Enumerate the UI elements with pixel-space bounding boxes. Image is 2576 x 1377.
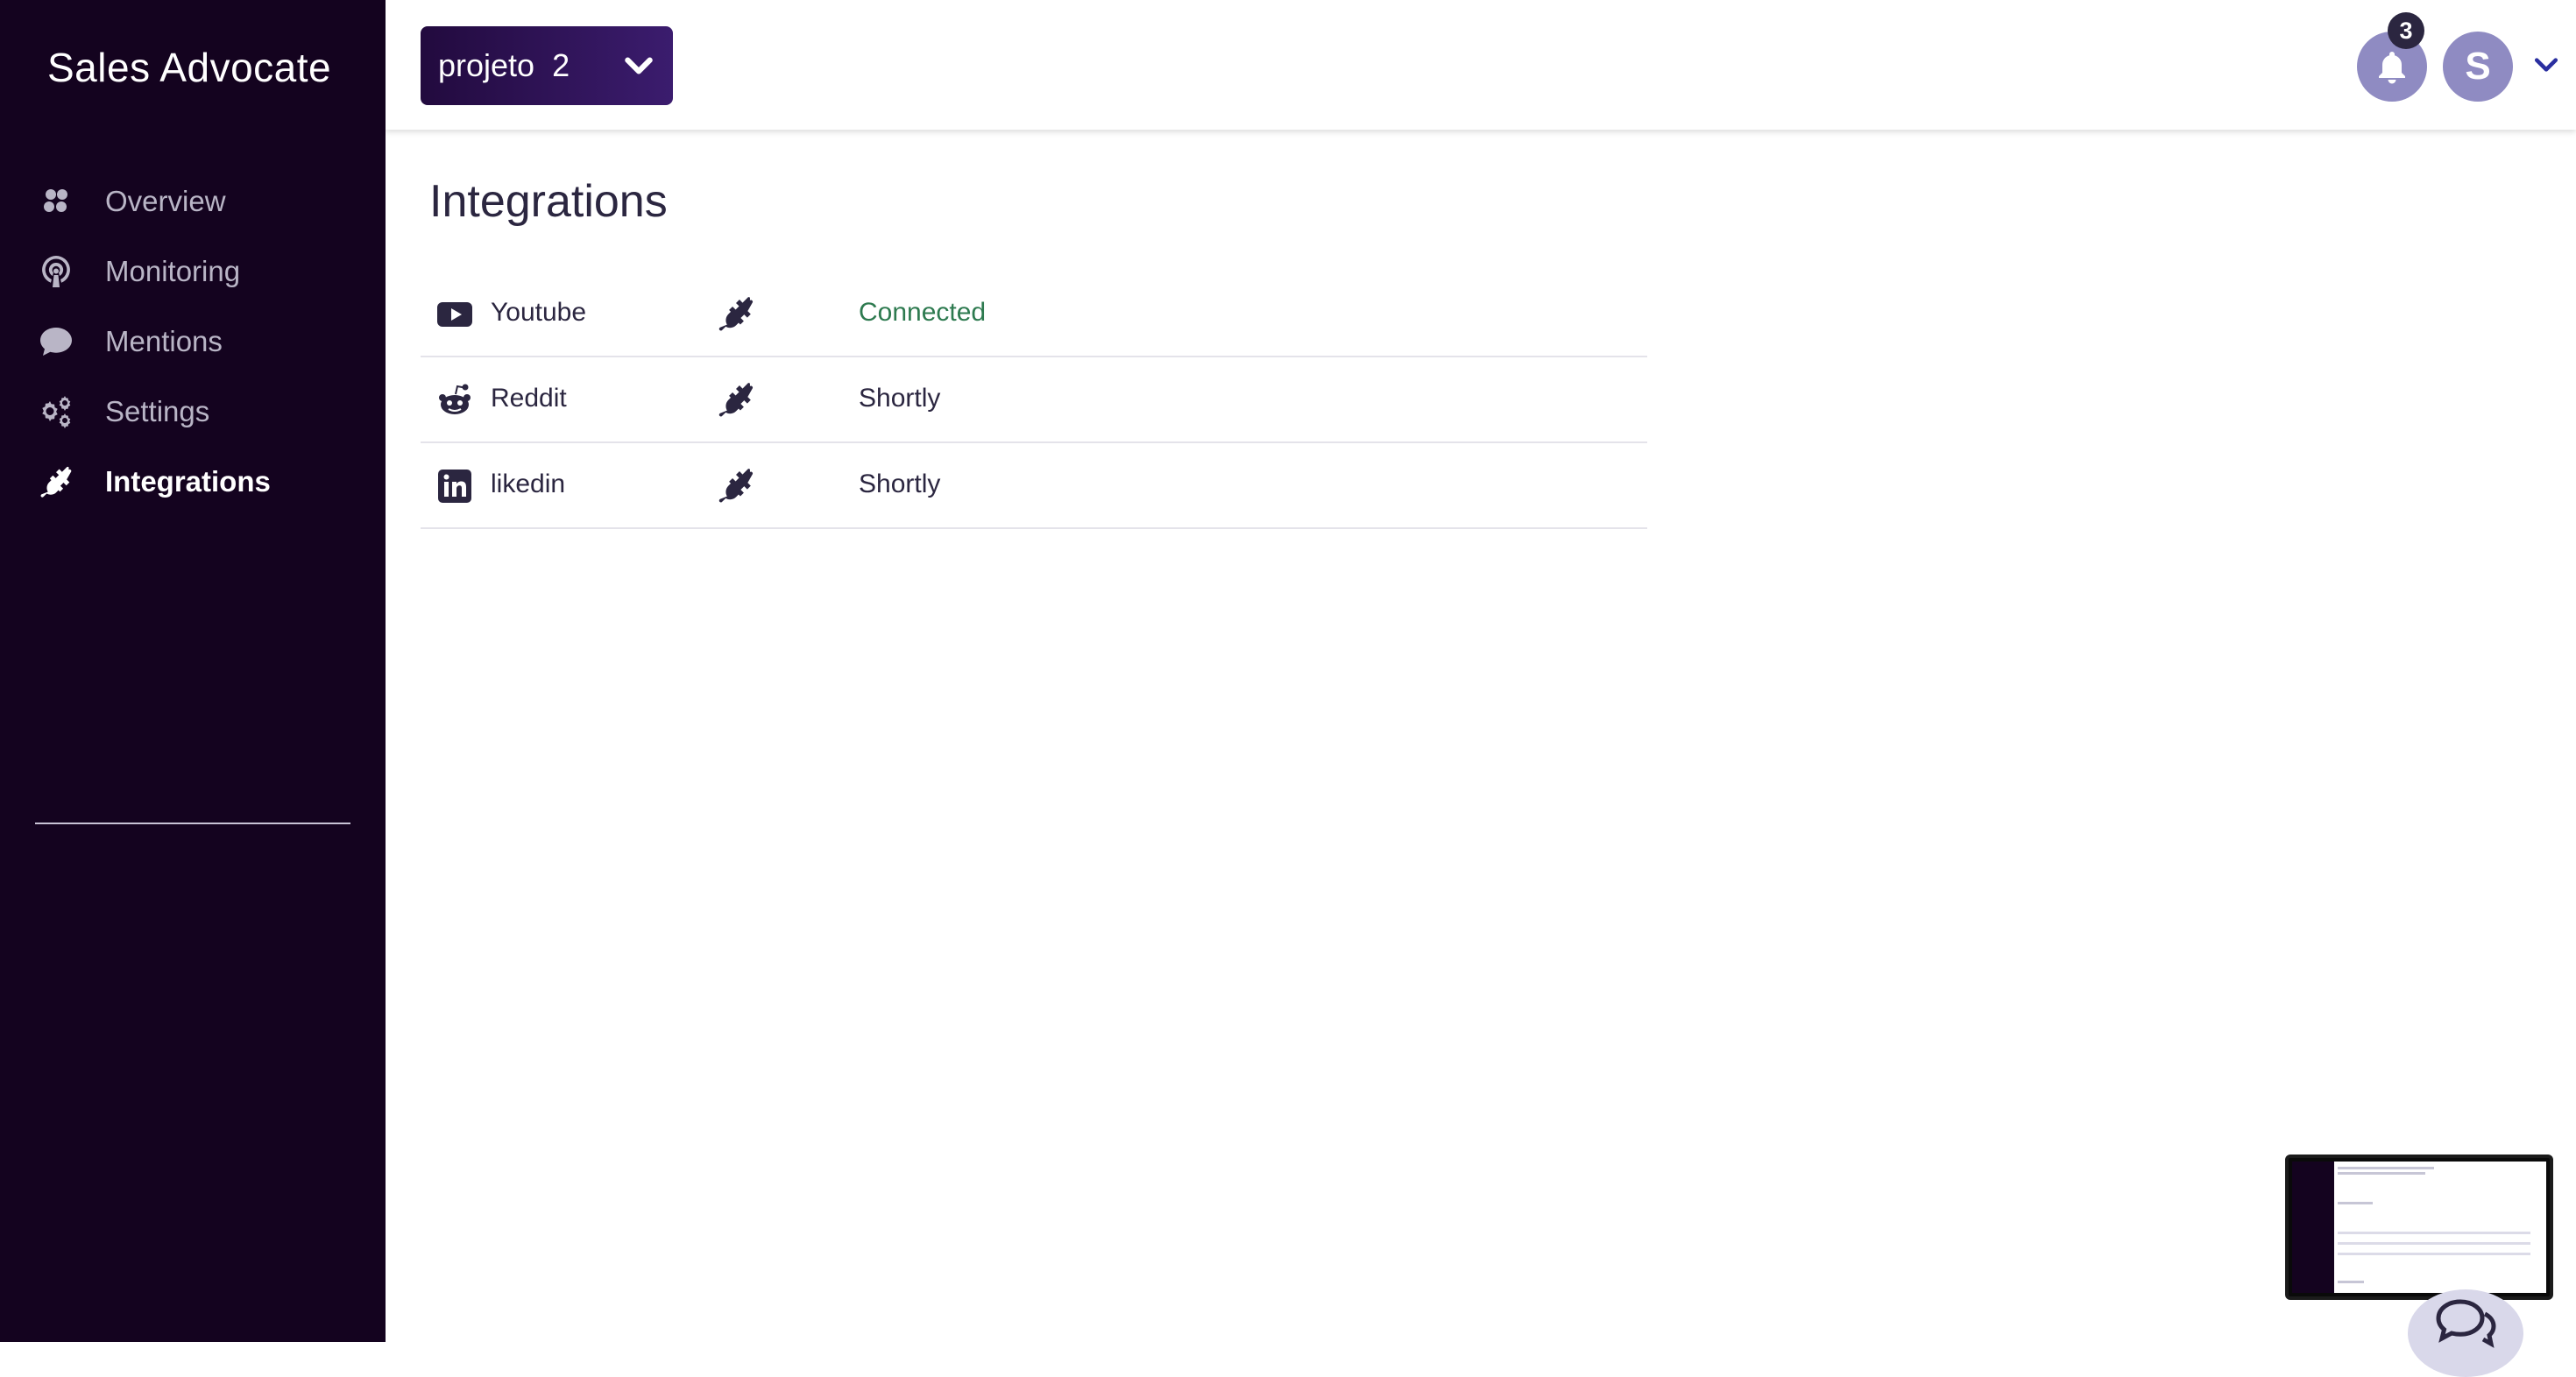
user-menu-chevron-icon[interactable] bbox=[2530, 49, 2565, 84]
gears-icon bbox=[39, 392, 84, 431]
comment-icon bbox=[39, 322, 84, 361]
project-select-value: projeto 2 bbox=[438, 47, 570, 83]
integration-status: Shortly bbox=[859, 470, 941, 498]
preview-line bbox=[2338, 1253, 2530, 1255]
integrations-table: Youtube Connected Reddit Shortly likedin bbox=[421, 272, 1647, 529]
preview-line bbox=[2338, 1202, 2373, 1204]
sidebar-item-settings[interactable]: Settings bbox=[39, 377, 372, 447]
integration-status: Connected bbox=[859, 298, 987, 327]
sidebar-item-mentions[interactable]: Mentions bbox=[39, 307, 372, 377]
page-title: Integrations bbox=[429, 176, 668, 227]
screen-preview-thumbnail[interactable] bbox=[2285, 1155, 2553, 1300]
chat-widget-button[interactable] bbox=[2408, 1289, 2523, 1377]
overview-icon bbox=[39, 182, 84, 221]
plug-icon[interactable] bbox=[717, 294, 755, 333]
podcast-icon bbox=[39, 252, 84, 291]
user-avatar[interactable]: S bbox=[2443, 32, 2513, 102]
preview-sidebar bbox=[2292, 1162, 2334, 1293]
integration-row-youtube: Youtube Connected bbox=[421, 272, 1647, 357]
sidebar-item-label: Integrations bbox=[105, 465, 271, 498]
sidebar-item-overview[interactable]: Overview bbox=[39, 166, 372, 237]
sidebar-item-integrations[interactable]: Integrations bbox=[39, 447, 372, 517]
sidebar-divider bbox=[35, 823, 350, 824]
integration-row-reddit: Reddit Shortly bbox=[421, 357, 1647, 443]
youtube-icon bbox=[436, 296, 473, 333]
linkedin-icon bbox=[436, 468, 473, 505]
integration-row-linkedin: likedin Shortly bbox=[421, 443, 1647, 529]
sidebar: Sales Advocate Overview Monitoring Menti… bbox=[0, 0, 386, 1342]
preview-line bbox=[2338, 1167, 2434, 1169]
sidebar-item-label: Overview bbox=[105, 185, 226, 217]
bell-icon bbox=[2374, 49, 2410, 84]
project-select[interactable]: projeto 2 bbox=[421, 26, 673, 105]
chevron-down-icon bbox=[620, 47, 657, 84]
integration-status: Shortly bbox=[859, 384, 941, 413]
notification-count-badge: 3 bbox=[2388, 12, 2424, 49]
plug-icon[interactable] bbox=[717, 380, 755, 419]
preview-line bbox=[2338, 1281, 2364, 1283]
preview-line bbox=[2338, 1172, 2425, 1175]
topbar: projeto 2 3 S bbox=[386, 0, 2576, 130]
preview-line bbox=[2338, 1242, 2530, 1245]
reddit-icon bbox=[436, 382, 473, 419]
plug-icon bbox=[39, 463, 84, 501]
integration-name: likedin bbox=[491, 470, 566, 498]
integration-name: Youtube bbox=[491, 298, 587, 327]
app-brand: Sales Advocate bbox=[47, 45, 332, 90]
sidebar-item-label: Monitoring bbox=[105, 255, 241, 287]
sidebar-item-label: Mentions bbox=[105, 325, 223, 357]
sidebar-item-monitoring[interactable]: Monitoring bbox=[39, 237, 372, 307]
sidebar-nav: Overview Monitoring Mentions Settings In… bbox=[39, 166, 372, 517]
preview-main bbox=[2334, 1162, 2546, 1293]
integration-name: Reddit bbox=[491, 384, 567, 413]
sidebar-item-label: Settings bbox=[105, 395, 210, 427]
plug-icon[interactable] bbox=[717, 466, 755, 505]
preview-line bbox=[2338, 1232, 2530, 1234]
